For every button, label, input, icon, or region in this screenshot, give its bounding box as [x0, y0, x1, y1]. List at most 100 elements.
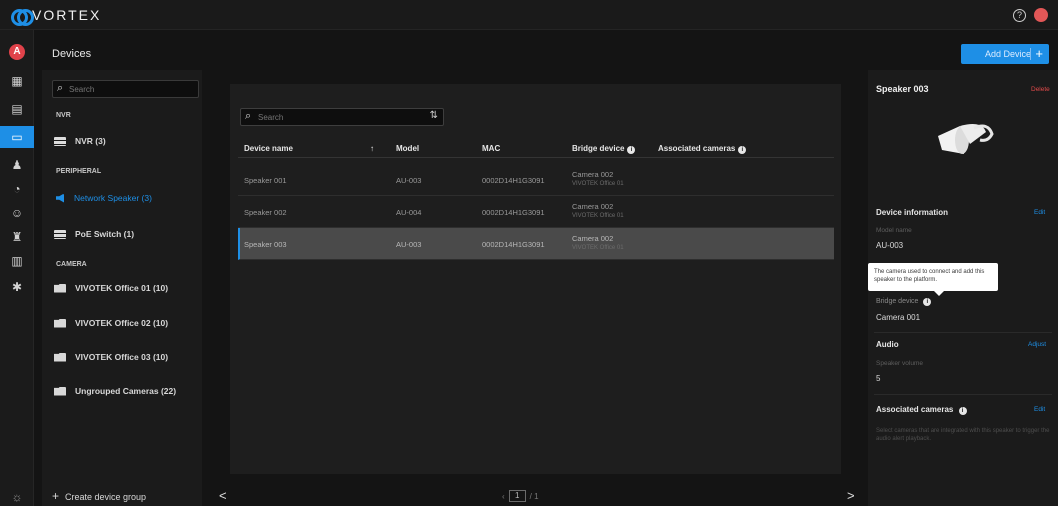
cell-bridge: Camera 002 VIVOTEK Office 01: [572, 234, 624, 251]
device-search-input[interactable]: [258, 110, 418, 124]
speaker-icon: [56, 193, 64, 203]
settings-icon[interactable]: ✱: [0, 276, 34, 298]
dashboard-icon[interactable]: ▦: [0, 70, 34, 92]
cell-mac: 0002D14H1G3091: [482, 176, 545, 185]
prev-page-icon[interactable]: ‹: [502, 492, 505, 501]
table-row[interactable]: Speaker 002 AU-004 0002D14H1G3091 Camera…: [238, 196, 834, 228]
plus-icon: +: [52, 489, 60, 503]
cell-bridge: Camera 002 VIVOTEK Office 01: [572, 170, 624, 187]
cell-mac: 0002D14H1G3091: [482, 208, 545, 217]
edit-device-info-link[interactable]: Edit: [1034, 209, 1045, 216]
adjust-audio-link[interactable]: Adjust: [1028, 341, 1046, 348]
button-divider: [1030, 48, 1031, 60]
page-total: / 1: [529, 491, 539, 501]
group-item-network-speaker[interactable]: Network Speaker (3): [54, 190, 200, 206]
column-label: Associated cameras: [658, 144, 736, 153]
sort-icon[interactable]: ↑: [370, 144, 374, 153]
device-detail-panel: Speaker 003 Delete Device information Ed…: [868, 70, 1058, 506]
devices-icon[interactable]: ▭: [0, 126, 34, 148]
search-icon: ⌕: [57, 82, 64, 94]
cell-model: AU-004: [396, 208, 422, 217]
layout-icon[interactable]: ▤: [0, 98, 34, 120]
edit-associated-cameras-link[interactable]: Edit: [1034, 406, 1045, 413]
plus-icon: +: [1035, 46, 1043, 61]
group-item-label: VIVOTEK Office 03 (10): [75, 352, 169, 362]
device-info-title: Device information: [876, 208, 949, 217]
add-device-label: Add Device: [985, 49, 1032, 59]
help-icon[interactable]: ?: [1013, 9, 1026, 22]
cell-device-name: Speaker 001: [244, 176, 287, 185]
filter-icon[interactable]: ⇅: [430, 110, 438, 121]
cell-model: AU-003: [396, 176, 422, 185]
group-item-nvr[interactable]: NVR (3): [54, 133, 200, 149]
cell-mac: 0002D14H1G3091: [482, 240, 545, 249]
column-device-name[interactable]: Device name: [244, 144, 293, 153]
model-value: AU-003: [876, 241, 904, 250]
info-icon[interactable]: i: [738, 146, 747, 154]
table-row-selected[interactable]: Speaker 003 AU-003 0002D14H1G3091 Camera…: [238, 228, 834, 260]
table-row[interactable]: Speaker 001 AU-003 0002D14H1G3091 Camera…: [238, 164, 834, 196]
info-icon[interactable]: i: [923, 298, 932, 306]
bridge-group: VIVOTEK Office 01: [572, 181, 624, 187]
cell-model: AU-003: [396, 240, 422, 249]
model-label: Model name: [876, 227, 912, 234]
theme-toggle-icon[interactable]: ☼: [0, 490, 34, 504]
folder-icon: [54, 283, 66, 293]
expand-right-icon[interactable]: >: [847, 488, 855, 503]
add-device-button[interactable]: Add Device +: [961, 44, 1049, 64]
storage-icon[interactable]: ▥: [0, 250, 34, 272]
bridge-name: Camera 002: [572, 202, 614, 211]
vortex-logo-icon: [10, 6, 34, 26]
alarm-icon[interactable]: ♜: [0, 226, 34, 248]
column-associated-cameras: Associated cameras i: [658, 144, 747, 154]
nvr-icon: [54, 136, 66, 146]
group-search[interactable]: ⌕: [52, 80, 199, 98]
section-nvr: NVR: [56, 112, 71, 119]
bridge-group: VIVOTEK Office 01: [572, 245, 624, 251]
group-search-input[interactable]: [69, 82, 194, 96]
folder-icon: [54, 386, 66, 396]
device-search[interactable]: ⌕ ⇅: [240, 108, 444, 126]
tag-icon[interactable]: ◔: [0, 178, 34, 200]
cell-device-name: Speaker 002: [244, 208, 287, 217]
group-item-label: Ungrouped Cameras (22): [75, 386, 177, 396]
info-icon[interactable]: i: [627, 146, 636, 154]
bridge-name: Camera 002: [572, 170, 614, 179]
page-number-input[interactable]: 1: [508, 490, 526, 502]
bridge-group: VIVOTEK Office 01: [572, 213, 624, 219]
group-item-office-02[interactable]: VIVOTEK Office 02 (10): [54, 315, 200, 331]
users-icon[interactable]: ♟: [0, 154, 34, 176]
column-label: Bridge device: [572, 144, 625, 153]
bridge-value: Camera 001: [876, 313, 921, 322]
app-logo[interactable]: VORTEX: [10, 6, 101, 26]
delete-link[interactable]: Delete: [1031, 86, 1050, 93]
folder-icon: [54, 318, 66, 328]
group-item-office-03[interactable]: VIVOTEK Office 03 (10): [54, 349, 200, 365]
group-item-label: VIVOTEK Office 02 (10): [75, 318, 169, 328]
group-item-ungrouped[interactable]: Ungrouped Cameras (22): [54, 383, 200, 399]
group-item-label: NVR (3): [75, 136, 106, 146]
column-mac[interactable]: MAC: [482, 144, 500, 153]
column-model[interactable]: Model: [396, 144, 419, 153]
switch-icon: [54, 229, 66, 239]
user-avatar[interactable]: A: [9, 44, 25, 60]
device-groups-panel: ⌕ NVR NVR (3) PERIPHERAL Network Speaker…: [42, 70, 202, 506]
device-table-panel: ⌕ ⇅ Device name ↑ Model MAC Bridge devic…: [230, 84, 841, 474]
section-camera: CAMERA: [56, 261, 87, 268]
create-device-group-button[interactable]: + Create device group: [52, 489, 146, 503]
group-item-poe-switch[interactable]: PoE Switch (1): [54, 226, 200, 242]
bridge-label: Bridge device i: [876, 298, 932, 306]
face-icon[interactable]: ☺: [0, 202, 34, 224]
audio-title: Audio: [876, 340, 899, 349]
collapse-left-icon[interactable]: <: [219, 488, 227, 503]
column-bridge-device: Bridge device i: [572, 144, 636, 154]
bridge-tooltip: The camera used to connect and add this …: [868, 263, 998, 296]
speaker-volume-label: Speaker volume: [876, 360, 923, 367]
notification-avatar[interactable]: [1034, 8, 1048, 22]
info-icon[interactable]: i: [958, 407, 967, 415]
cell-device-name: Speaker 003: [244, 240, 287, 249]
speaker-image: [938, 124, 994, 154]
group-item-office-01[interactable]: VIVOTEK Office 01 (10): [54, 280, 200, 296]
group-item-label: Network Speaker (3): [74, 193, 152, 203]
divider: [874, 394, 1052, 395]
